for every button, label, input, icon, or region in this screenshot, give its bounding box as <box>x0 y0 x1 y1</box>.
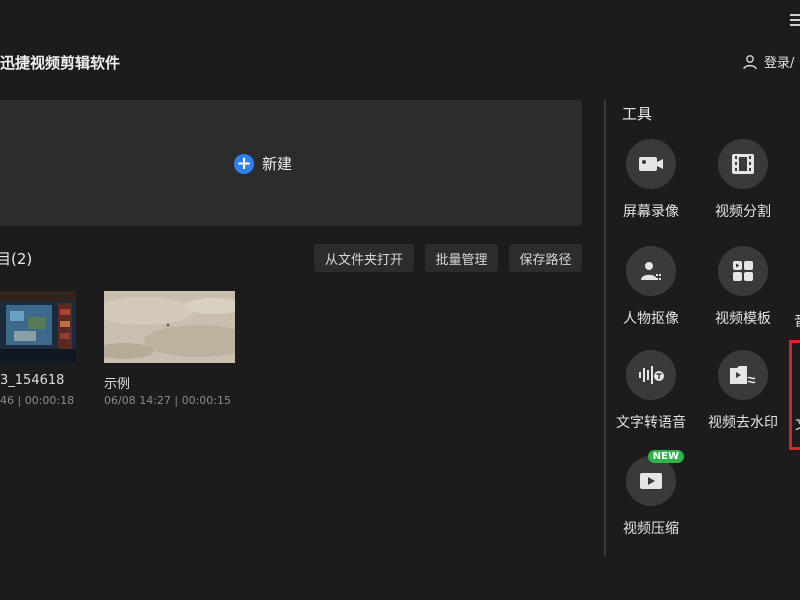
tool-text-to-speech[interactable]: 文字转语音 <box>603 350 699 432</box>
app-title: 迅捷视频剪辑软件 <box>0 54 121 72</box>
user-icon <box>743 54 757 69</box>
highlight-box <box>789 340 800 450</box>
plus-icon: + <box>234 153 254 174</box>
new-label: 新建 <box>262 155 293 173</box>
tool-person-cutout[interactable]: 人物抠像 <box>603 246 699 328</box>
projects-heading: 目(2) <box>0 250 33 268</box>
person-cutout-icon <box>641 262 661 280</box>
login-button[interactable]: 登录/ <box>742 52 794 71</box>
project-meta: 06/08 14:27 | 00:00:15 <box>104 394 231 407</box>
save-path-button[interactable]: 保存路径 <box>509 244 582 272</box>
login-label: 登录/ <box>764 56 795 71</box>
tool-label: 视频分割 <box>715 204 771 220</box>
menu-icon[interactable] <box>790 14 800 26</box>
tool-label: 屏幕录像 <box>623 204 679 220</box>
tool-screen-record[interactable]: 屏幕录像 <box>603 139 699 221</box>
tool-watermark-remove[interactable]: 视频去水印 <box>695 350 791 432</box>
project-thumbnail[interactable] <box>104 291 235 363</box>
tool-label: 视频模板 <box>715 311 771 327</box>
tool-video-template[interactable]: 视频模板 <box>695 246 791 328</box>
tools-heading: 工具 <box>622 105 653 123</box>
screen-record-icon <box>639 157 663 171</box>
tool-video-compress[interactable]: NEW 视频压缩 <box>603 450 699 538</box>
tool-label: 人物抠像 <box>623 311 679 327</box>
tool-label-partial: 音 <box>794 311 800 331</box>
tool-video-split[interactable]: 视频分割 <box>695 139 791 221</box>
project-thumbnail[interactable] <box>0 291 76 363</box>
project-name: 3_154618 <box>0 373 65 388</box>
tool-label: 视频压缩 <box>623 521 679 537</box>
project-name: 示例 <box>104 377 131 392</box>
new-project-button[interactable]: + 新建 <box>234 153 292 174</box>
tool-label: 视频去水印 <box>708 415 778 431</box>
template-icon <box>733 261 753 281</box>
text-to-speech-icon <box>639 366 664 384</box>
watermark-remove-icon <box>730 366 756 384</box>
batch-manage-button[interactable]: 批量管理 <box>425 244 498 272</box>
tool-label: 文字转语音 <box>616 415 686 431</box>
film-icon <box>732 154 754 174</box>
new-badge: NEW <box>647 450 684 463</box>
compress-icon <box>640 473 662 489</box>
project-meta: 46 | 00:00:18 <box>0 394 75 407</box>
open-folder-button[interactable]: 从文件夹打开 <box>314 244 414 272</box>
